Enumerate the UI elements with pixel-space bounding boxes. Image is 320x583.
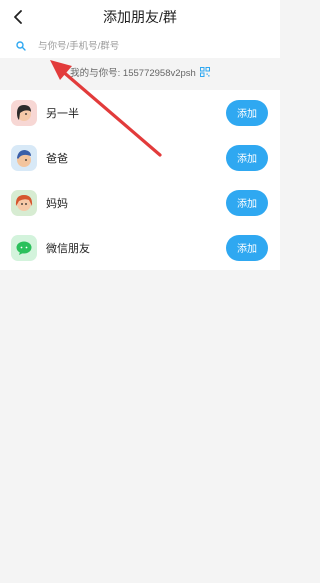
page-title: 添加朋友/群 [103,9,177,25]
list-item-partner[interactable]: 另一半 添加 [0,90,280,135]
search-input[interactable] [36,39,260,53]
add-button[interactable]: 添加 [226,234,268,261]
chevron-left-icon [14,10,22,24]
back-button[interactable] [8,6,30,28]
wechat-icon [11,234,37,261]
add-button[interactable]: 添加 [226,144,268,171]
annotation-arrow [50,60,162,157]
dad-avatar-icon [11,144,37,171]
add-button[interactable]: 添加 [226,99,268,126]
list-item-mom[interactable]: 妈妈 添加 [0,180,280,225]
contact-list: 另一半 添加 爸爸 添加 妈妈 添加 微信朋友 添加 [0,90,280,270]
search-icon [12,37,30,55]
list-item-wechat[interactable]: 微信朋友 添加 [0,225,280,270]
search-box[interactable] [4,34,270,58]
contact-label: 爸爸 [46,152,68,165]
list-item-dad[interactable]: 爸爸 添加 [0,135,280,180]
mom-avatar-icon [11,189,37,216]
contact-label: 妈妈 [46,197,68,210]
contact-label: 另一半 [46,107,79,120]
my-id-text: 我的与你号: 155772958v2psh [70,68,196,79]
add-button[interactable]: 添加 [226,189,268,216]
my-id-row: 我的与你号: 155772958v2psh [0,58,280,86]
header-bar: 添加朋友/群 [0,0,280,34]
qr-code-icon[interactable] [199,67,210,77]
contact-label: 微信朋友 [46,242,90,255]
woman-avatar-icon [11,99,37,126]
search-section [0,34,280,58]
